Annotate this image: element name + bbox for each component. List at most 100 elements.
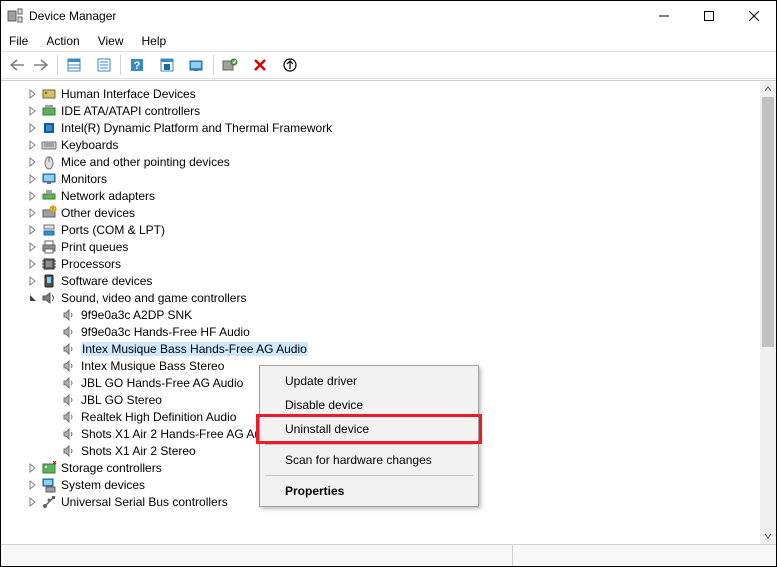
toolbar: ? <box>1 51 776 79</box>
tree-row[interactable]: Monitors <box>7 170 760 187</box>
menu-help[interactable]: Help <box>140 33 169 49</box>
chevron-right-icon <box>47 445 59 457</box>
tree-row[interactable]: Keyboards <box>7 136 760 153</box>
minimize-button[interactable] <box>641 1 686 31</box>
context-menu-item[interactable]: Update driver <box>263 369 475 393</box>
context-menu-item[interactable]: Disable device <box>263 393 475 417</box>
chevron-right-icon[interactable] <box>27 258 39 270</box>
mouse-icon <box>41 154 57 170</box>
show-hide-console-button[interactable] <box>63 54 85 76</box>
chevron-right-icon[interactable] <box>27 224 39 236</box>
chevron-right-icon[interactable] <box>27 173 39 185</box>
system-icon <box>41 477 57 493</box>
scroll-down-button[interactable] <box>760 528 776 544</box>
close-button[interactable] <box>731 1 776 31</box>
tree-row[interactable]: Processors <box>7 255 760 272</box>
chevron-right-icon[interactable] <box>27 479 39 491</box>
software-icon <box>41 273 57 289</box>
back-button[interactable] <box>6 54 28 76</box>
speaker-icon <box>61 341 77 357</box>
tree-item-label: JBL GO Hands-Free AG Audio <box>81 376 243 390</box>
sound-icon <box>41 290 57 306</box>
status-cell-2 <box>513 545 777 566</box>
chevron-right-icon[interactable] <box>27 275 39 287</box>
menu-bar: File Action View Help <box>1 31 776 51</box>
svg-text:!: ! <box>52 207 53 213</box>
update-driver-button[interactable] <box>279 54 301 76</box>
context-menu-item[interactable]: Properties <box>263 479 475 503</box>
action-button[interactable] <box>156 54 178 76</box>
chevron-right-icon[interactable] <box>27 462 39 474</box>
tree-row[interactable]: Software devices <box>7 272 760 289</box>
tree-row[interactable]: Ports (COM & LPT) <box>7 221 760 238</box>
menu-separator <box>265 444 473 445</box>
menu-action[interactable]: Action <box>44 33 81 49</box>
tree-row[interactable]: Network adapters <box>7 187 760 204</box>
context-menu-item[interactable]: Scan for hardware changes <box>263 448 475 472</box>
vertical-scrollbar[interactable] <box>760 81 776 544</box>
tree-item-label: IDE ATA/ATAPI controllers <box>61 104 200 118</box>
title-bar: Device Manager <box>1 1 776 31</box>
tree-item-label: Software devices <box>61 274 152 288</box>
tree-item-label: Realtek High Definition Audio <box>81 410 236 424</box>
scan-hardware-button[interactable] <box>219 54 241 76</box>
app-icon <box>7 8 23 24</box>
chevron-right-icon[interactable] <box>27 122 39 134</box>
speaker-icon <box>61 375 77 391</box>
tree-item-label: Ports (COM & LPT) <box>61 223 165 237</box>
tree-item-label: Intex Musique Bass Hands-Free AG Audio <box>81 342 308 356</box>
tree-row[interactable]: IDE ATA/ATAPI controllers <box>7 102 760 119</box>
tree-row[interactable]: Intex Musique Bass Hands-Free AG Audio <box>7 340 760 357</box>
tree-row[interactable]: 9f9e0a3c A2DP SNK <box>7 306 760 323</box>
chevron-right-icon[interactable] <box>27 105 39 117</box>
tree-item-label: 9f9e0a3c A2DP SNK <box>81 308 192 322</box>
speaker-icon <box>61 443 77 459</box>
tree-row[interactable]: Sound, video and game controllers <box>7 289 760 306</box>
keyboard-icon <box>41 137 57 153</box>
chevron-right-icon[interactable] <box>27 241 39 253</box>
tree-row[interactable]: Intel(R) Dynamic Platform and Thermal Fr… <box>7 119 760 136</box>
tree-row[interactable]: Human Interface Devices <box>7 85 760 102</box>
uninstall-button[interactable] <box>249 54 271 76</box>
tree-row[interactable]: Mice and other pointing devices <box>7 153 760 170</box>
tree-item-label: Processors <box>61 257 121 271</box>
chevron-down-icon[interactable] <box>27 292 39 304</box>
storage-icon <box>41 460 57 476</box>
tree-row[interactable]: 9f9e0a3c Hands-Free HF Audio <box>7 323 760 340</box>
chevron-right-icon[interactable] <box>27 156 39 168</box>
status-cell-1 <box>1 545 513 566</box>
ports-icon <box>41 222 57 238</box>
monitor-icon <box>41 171 57 187</box>
printer-icon <box>41 239 57 255</box>
forward-button[interactable] <box>30 54 52 76</box>
tree-item-label: 9f9e0a3c Hands-Free HF Audio <box>81 325 250 339</box>
status-bar <box>1 544 776 566</box>
intel-icon <box>41 120 57 136</box>
show-hidden-button[interactable] <box>186 54 208 76</box>
help-button[interactable]: ? <box>126 54 148 76</box>
chevron-right-icon[interactable] <box>27 88 39 100</box>
chevron-right-icon <box>47 394 59 406</box>
scroll-thumb[interactable] <box>762 97 774 347</box>
tree-item-label: Shots X1 Air 2 Hands-Free AG Audio <box>81 427 277 441</box>
chevron-right-icon[interactable] <box>27 139 39 151</box>
ide-icon <box>41 103 57 119</box>
chevron-right-icon <box>47 428 59 440</box>
menu-view[interactable]: View <box>96 33 126 49</box>
network-icon <box>41 188 57 204</box>
tree-row[interactable]: Print queues <box>7 238 760 255</box>
context-menu-item[interactable]: Uninstall device <box>263 417 475 441</box>
other-icon: ! <box>41 205 57 221</box>
maximize-button[interactable] <box>686 1 731 31</box>
chevron-right-icon[interactable] <box>27 207 39 219</box>
chevron-right-icon[interactable] <box>27 190 39 202</box>
menu-file[interactable]: File <box>7 33 30 49</box>
scroll-up-button[interactable] <box>760 81 776 97</box>
context-menu: Update driverDisable deviceUninstall dev… <box>259 365 479 507</box>
tree-row[interactable]: !Other devices <box>7 204 760 221</box>
usb-icon <box>41 494 57 510</box>
chevron-right-icon[interactable] <box>27 496 39 508</box>
properties-button[interactable] <box>93 54 115 76</box>
processor-icon <box>41 256 57 272</box>
tree-item-label: Print queues <box>61 240 128 254</box>
